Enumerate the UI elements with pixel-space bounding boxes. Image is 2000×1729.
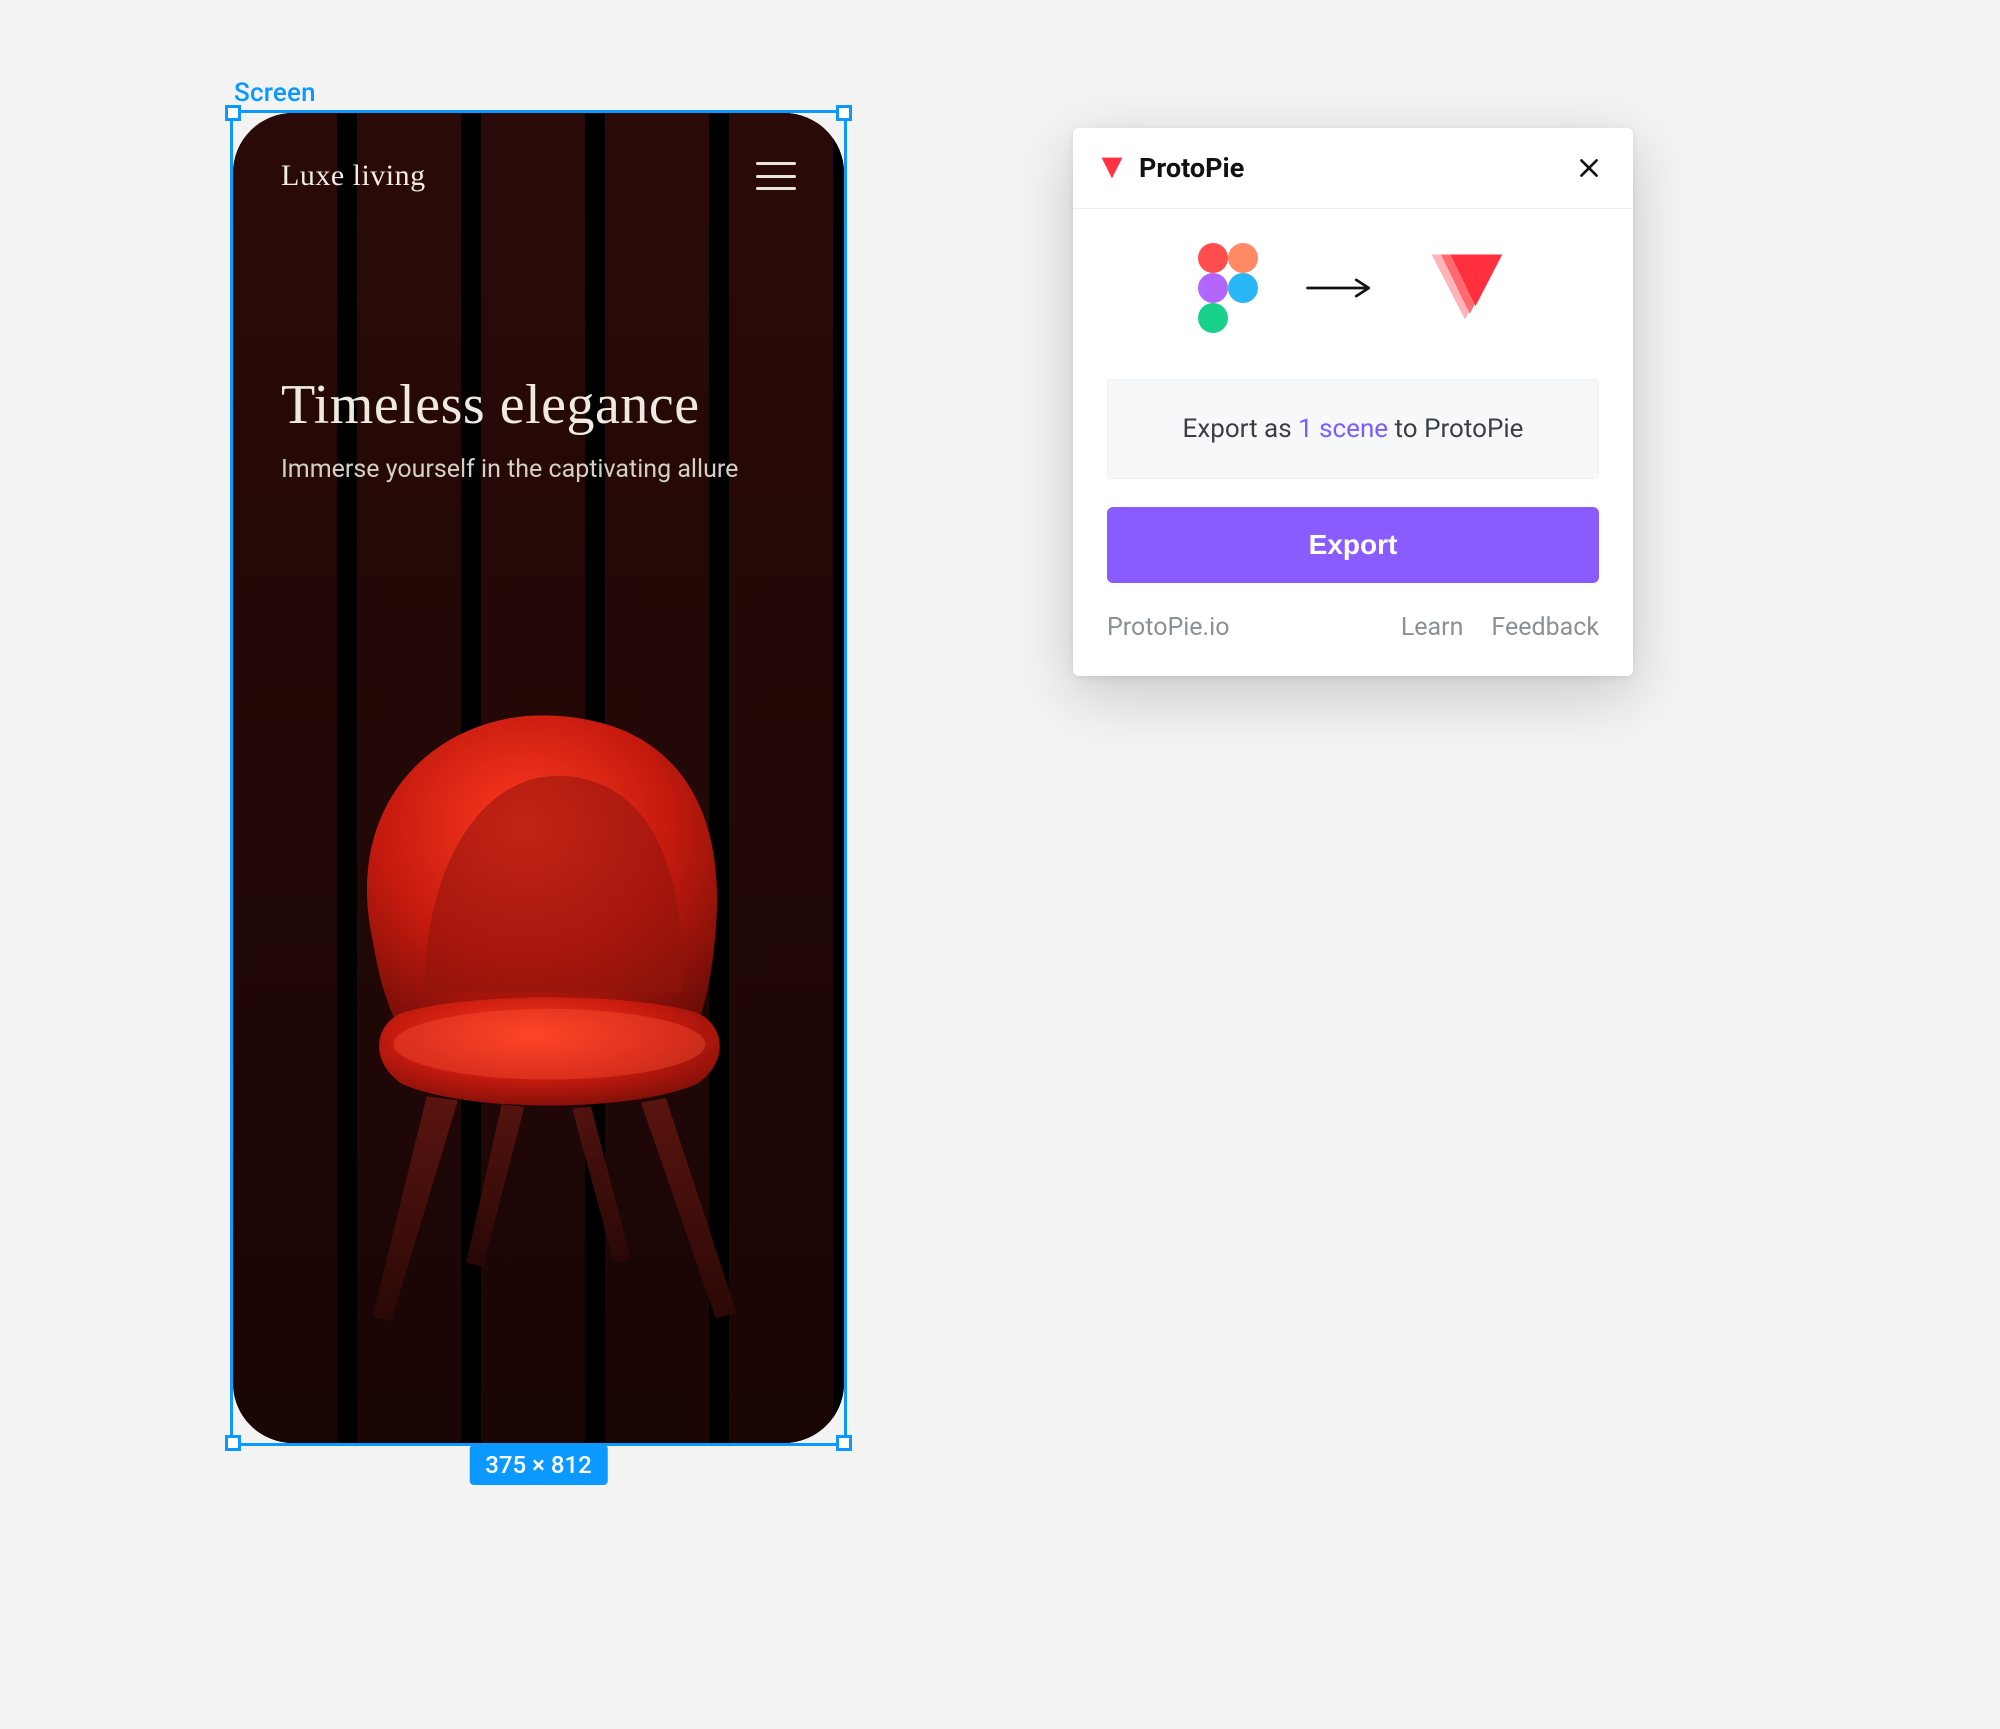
resize-handle-bottom-right[interactable] [836,1435,852,1451]
arrow-right-icon [1304,277,1376,299]
brand-label: Luxe living [281,159,426,193]
export-info-suffix: to ProtoPie [1388,414,1523,444]
export-info: Export as 1 scene to ProtoPie [1107,379,1599,479]
export-button[interactable]: Export [1107,507,1599,583]
protopie-plugin-panel[interactable]: ProtoPie [1073,128,1633,676]
chair-icon [279,673,799,1353]
footer-site-link[interactable]: ProtoPie.io [1107,613,1230,642]
export-info-highlight: 1 scene [1298,414,1388,444]
export-info-prefix: Export as [1183,414,1299,444]
hero-headline: Timeless elegance [281,373,796,437]
close-button[interactable] [1571,150,1607,186]
resize-handle-top-right[interactable] [836,105,852,121]
hero-image [233,583,844,1443]
figma-logo-icon [1198,243,1258,333]
protopie-logo-icon [1422,245,1508,331]
panel-footer: ProtoPie.io Learn Feedback [1073,613,1633,676]
selected-frame[interactable]: Screen Luxe living Timeless elegance Imm… [230,110,847,1446]
resize-handle-bottom-left[interactable] [225,1435,241,1451]
footer-learn-link[interactable]: Learn [1401,613,1464,642]
frame-outline[interactable]: Luxe living Timeless elegance Immerse yo… [230,110,847,1446]
resize-handle-top-left[interactable] [225,105,241,121]
protopie-mark-icon [1099,155,1125,181]
panel-title: ProtoPie [1139,152,1244,184]
frame-label[interactable]: Screen [234,78,316,108]
footer-feedback-link[interactable]: Feedback [1491,613,1599,642]
screen-header: Luxe living [281,159,796,193]
design-canvas[interactable]: Screen Luxe living Timeless elegance Imm… [0,0,2000,1729]
mobile-screen: Luxe living Timeless elegance Immerse yo… [233,113,844,1443]
panel-header: ProtoPie [1073,128,1633,209]
export-flow-illustration [1107,243,1599,333]
hero-subhead: Immerse yourself in the captivating allu… [281,455,796,484]
close-icon [1576,155,1602,181]
dimensions-badge: 375 × 812 [469,1445,608,1485]
panel-body: Export as 1 scene to ProtoPie Export [1073,209,1633,613]
hamburger-menu-icon[interactable] [756,162,796,190]
hero-copy: Timeless elegance Immerse yourself in th… [281,373,796,484]
